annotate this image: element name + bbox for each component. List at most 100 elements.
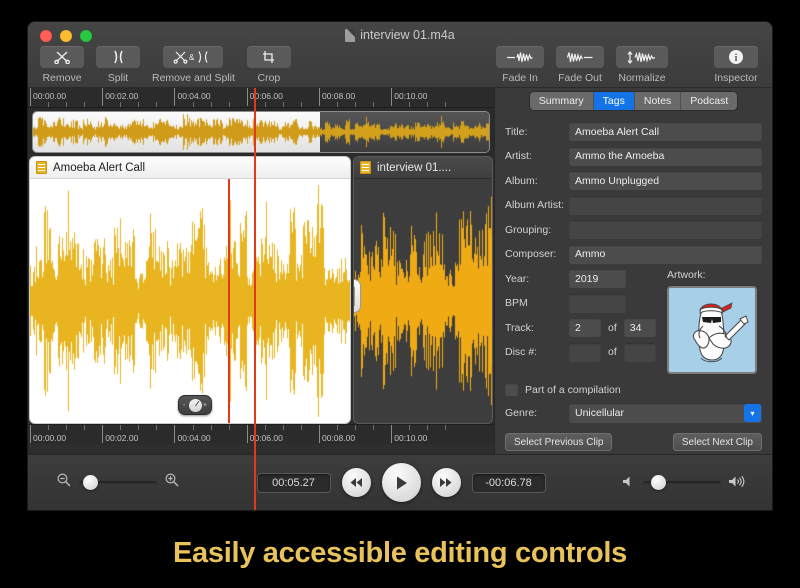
disc-total-input[interactable] xyxy=(624,343,656,362)
bpm-label: BPM xyxy=(505,297,569,309)
toolbar-right: Fade In Fade Out Normalize xyxy=(496,46,758,84)
composer-input[interactable] xyxy=(569,245,762,264)
track-total-input[interactable] xyxy=(624,318,656,337)
ruler-major-tick xyxy=(247,88,248,106)
title-bar: interview 01.m4a Remove Split xyxy=(28,22,772,88)
rewind-icon[interactable] xyxy=(342,468,371,497)
compilation-row[interactable]: Part of a compilation xyxy=(505,383,762,396)
playhead[interactable] xyxy=(228,179,230,423)
overview-strip[interactable] xyxy=(28,108,494,156)
play-icon[interactable] xyxy=(382,463,421,502)
fade-in-button[interactable]: Fade In xyxy=(496,46,544,84)
genre-row: Genre: Unicellular ▾ xyxy=(505,403,762,423)
tab-podcast[interactable]: Podcast xyxy=(681,92,737,110)
ruler-major-tick xyxy=(174,425,175,443)
chevron-down-icon[interactable]: ▾ xyxy=(744,404,761,422)
ruler-minor-tick xyxy=(48,102,49,107)
window-title: interview 01.m4a xyxy=(28,28,772,42)
year-input[interactable] xyxy=(569,269,626,288)
audio-file-icon xyxy=(360,161,371,174)
bpm-input[interactable] xyxy=(569,294,626,313)
clip-name: Amoeba Alert Call xyxy=(53,162,145,174)
ruler-major-tick xyxy=(319,425,320,443)
ruler-minor-tick xyxy=(355,425,356,430)
select-previous-clip-button[interactable]: Select Previous Clip xyxy=(505,433,612,451)
artist-label: Artist: xyxy=(505,150,569,162)
field-row-composer: Composer: xyxy=(505,245,762,264)
svg-text:&: & xyxy=(189,53,195,62)
volume-high-icon[interactable] xyxy=(728,475,746,491)
ruler-minor-tick xyxy=(84,425,85,430)
overview-playhead xyxy=(254,88,256,510)
field-row-artist: Artist: xyxy=(505,147,762,166)
clip-waveform xyxy=(30,179,350,423)
genre-select[interactable]: Unicellular ▾ xyxy=(569,403,762,423)
artist-input[interactable] xyxy=(569,147,762,166)
zoom-in-icon[interactable] xyxy=(164,472,180,493)
ruler-time-label: 00:00.00 xyxy=(33,91,66,101)
remove-label: Remove xyxy=(42,72,81,84)
title-input[interactable] xyxy=(569,122,762,141)
overview-clip-a xyxy=(33,112,320,152)
gain-minus-label: - xyxy=(183,402,185,409)
fast-forward-icon[interactable] xyxy=(432,468,461,497)
zoom-slider[interactable] xyxy=(79,481,157,485)
artwork-thumbnail[interactable] xyxy=(667,286,757,374)
field-row-disc: Disc #: of xyxy=(505,343,657,362)
ruler-time-label: 00:00.00 xyxy=(33,433,66,443)
ruler-time-label: 00:04.00 xyxy=(177,91,210,101)
tab-summary[interactable]: Summary xyxy=(530,92,594,110)
ruler-minor-tick xyxy=(355,102,356,107)
fade-in-icon xyxy=(496,46,544,68)
elapsed-time-display[interactable]: 00:05.27 xyxy=(257,473,331,493)
ruler-minor-tick xyxy=(120,102,121,107)
normalize-label: Normalize xyxy=(618,72,665,84)
timeline-ruler-top[interactable]: 00:00.0000:02.0000:04.0000:06.0000:08.00… xyxy=(28,88,494,108)
scissors-and-split-icon: & xyxy=(163,46,223,68)
ruler-minor-tick xyxy=(156,425,157,430)
ruler-minor-tick xyxy=(283,425,284,430)
ruler-minor-tick xyxy=(66,425,67,430)
inspector-tabs: Summary Tags Notes Podcast xyxy=(495,88,772,114)
album-artist-input[interactable] xyxy=(569,196,762,215)
ruler-time-label: 00:10.00 xyxy=(394,91,427,101)
ruler-time-label: 00:08.00 xyxy=(322,433,355,443)
split-handle[interactable] xyxy=(353,279,361,313)
ruler-minor-tick xyxy=(66,102,67,107)
volume-slider-knob[interactable] xyxy=(651,475,666,490)
split-button[interactable]: Split xyxy=(96,46,140,84)
clip-interview-01[interactable]: interview 01.... xyxy=(353,156,493,424)
album-input[interactable] xyxy=(569,171,762,190)
ruler-time-label: 00:02.00 xyxy=(105,91,138,101)
ruler-major-tick xyxy=(247,425,248,443)
grouping-label: Grouping: xyxy=(505,224,569,236)
tab-tags[interactable]: Tags xyxy=(594,92,635,110)
ruler-minor-tick xyxy=(138,425,139,430)
clip-amoeba-alert-call[interactable]: Amoeba Alert Call - + xyxy=(29,156,351,424)
ruler-minor-tick xyxy=(301,102,302,107)
zoom-slider-knob[interactable] xyxy=(83,475,98,490)
compilation-checkbox[interactable] xyxy=(505,383,518,396)
volume-low-icon[interactable] xyxy=(622,475,636,491)
select-next-clip-button[interactable]: Select Next Clip xyxy=(673,433,762,451)
remove-button[interactable]: Remove xyxy=(40,46,84,84)
gain-knob-icon[interactable]: - + xyxy=(178,395,212,415)
remaining-time-display[interactable]: -00:06.78 xyxy=(472,473,546,493)
inspector-button[interactable]: i Inspector xyxy=(714,46,758,84)
zoom-out-icon[interactable] xyxy=(56,472,72,493)
toolbar-left: Remove Split & Remove and Split xyxy=(40,46,291,84)
window-body: 00:00.0000:02.0000:04.0000:06.0000:08.00… xyxy=(28,88,772,510)
disc-number-input[interactable] xyxy=(569,343,601,362)
track-number-input[interactable] xyxy=(569,318,601,337)
gain-dial[interactable] xyxy=(189,399,202,412)
remove-and-split-button[interactable]: & Remove and Split xyxy=(152,46,235,84)
disc-of-label: of xyxy=(608,346,617,358)
grouping-input[interactable] xyxy=(569,220,762,239)
volume-slider[interactable] xyxy=(643,481,721,485)
fade-out-button[interactable]: Fade Out xyxy=(556,46,604,84)
field-row-album-artist: Album Artist: xyxy=(505,196,762,215)
crop-button[interactable]: Crop xyxy=(247,46,291,84)
tab-notes[interactable]: Notes xyxy=(635,92,681,110)
normalize-button[interactable]: Normalize xyxy=(616,46,668,84)
timeline-ruler-bottom[interactable]: 00:00.0000:02.0000:04.0000:06.0000:08.00… xyxy=(28,424,494,444)
